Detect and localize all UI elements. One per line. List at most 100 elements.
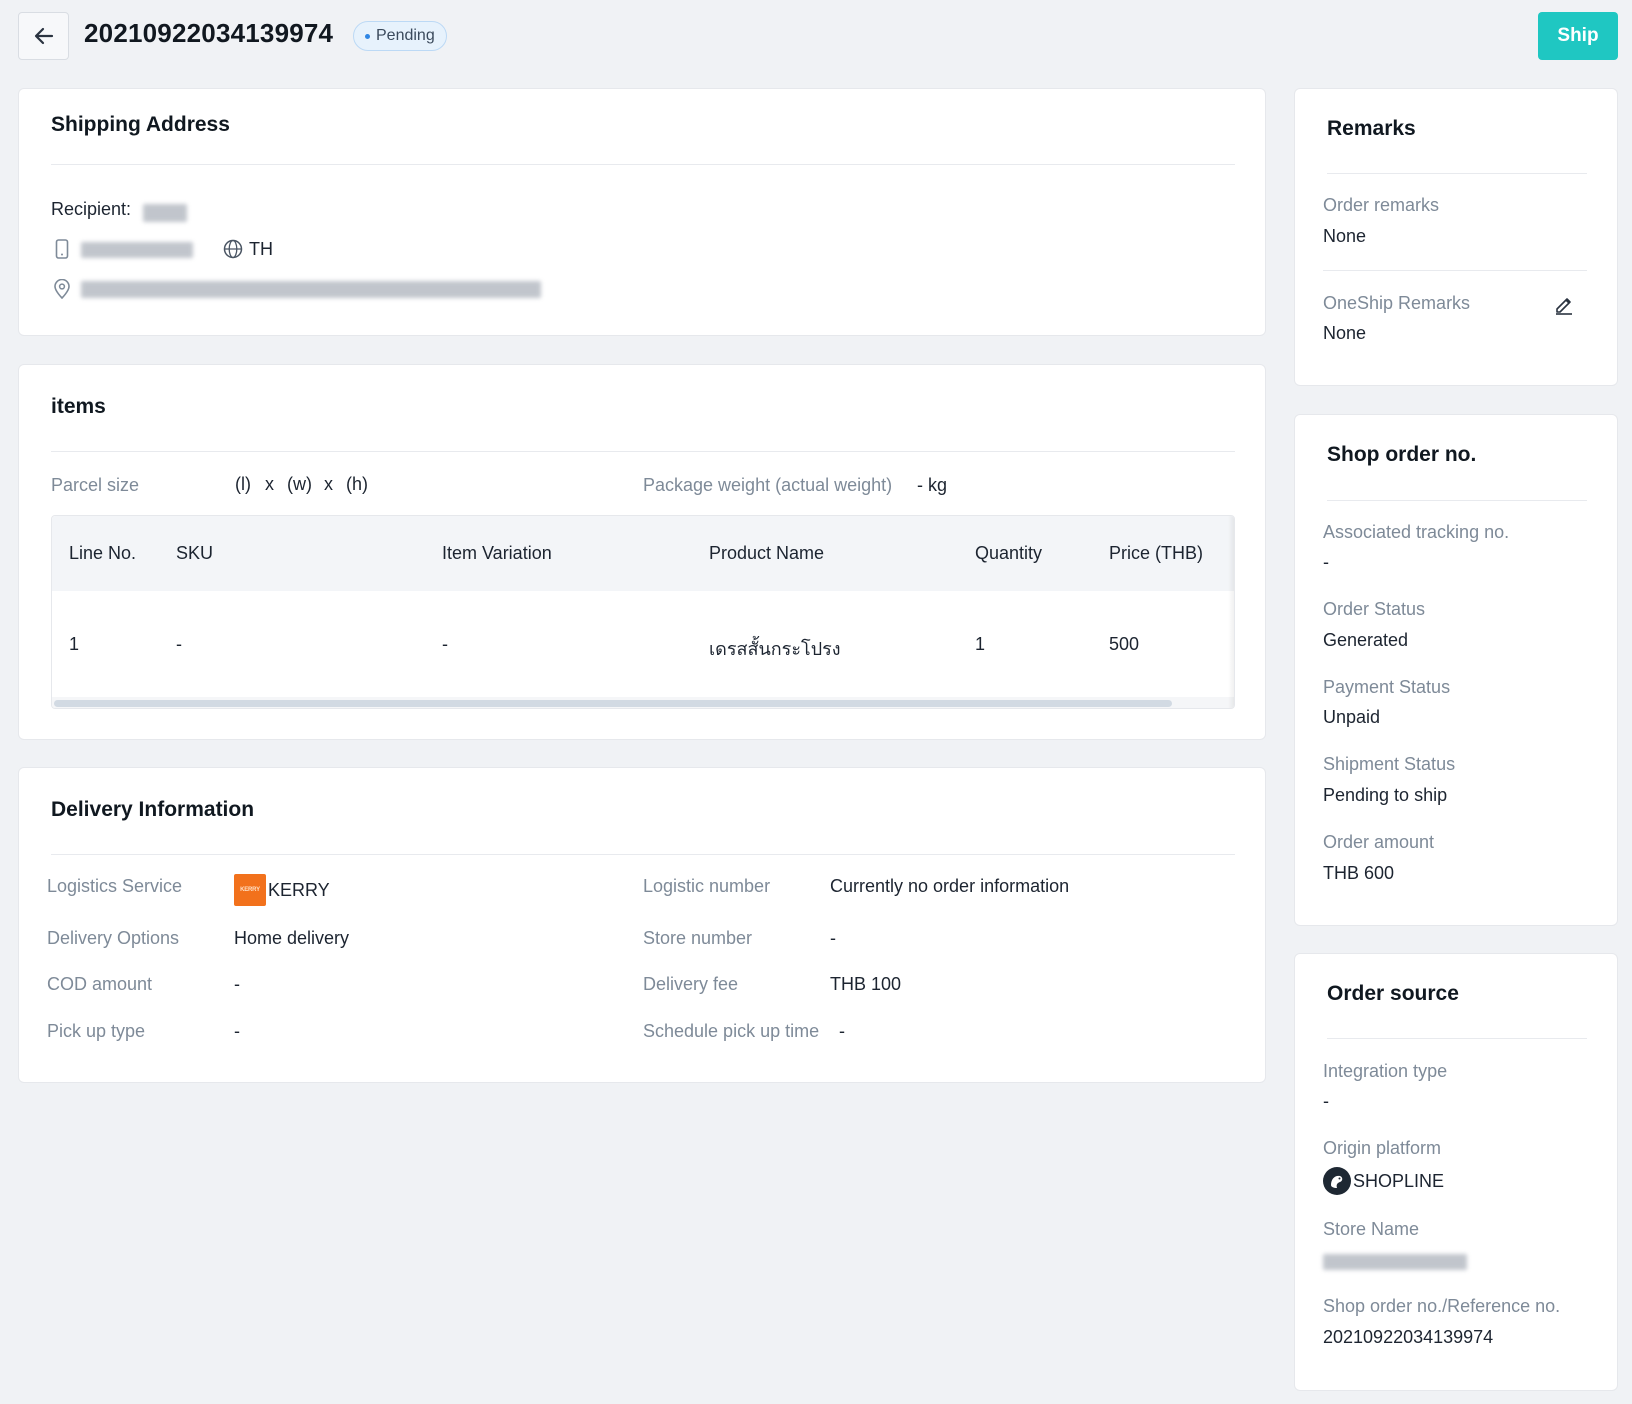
delivery-fee-value: THB 100 [830, 974, 902, 994]
col-sku: SKU [176, 543, 214, 563]
ship-button[interactable]: Ship [1538, 12, 1618, 60]
pencil-icon[interactable] [1553, 293, 1575, 315]
col-price: Price (THB) [1109, 543, 1203, 563]
store-number-value: - [830, 928, 836, 948]
order-remarks-label: Order remarks [1323, 195, 1440, 215]
payment-status-label: Payment Status [1323, 677, 1451, 697]
logistics-service-name: KERRY [268, 879, 330, 900]
items-title: items [51, 395, 106, 418]
back-button[interactable] [18, 12, 69, 60]
logistics-service-label: Logistics Service [47, 876, 183, 896]
items-card: items Parcel size (l) x (w) x (h) Packag… [18, 364, 1266, 740]
location-pin-icon [54, 279, 70, 299]
origin-platform-value: SHOPLINE [1323, 1167, 1444, 1195]
delivery-options-label: Delivery Options [47, 928, 180, 948]
remarks-title: Remarks [1327, 117, 1416, 140]
shipment-status-label: Shipment Status [1323, 754, 1456, 774]
pickup-type-label: Pick up type [47, 1021, 146, 1041]
country-code: TH [249, 239, 273, 259]
pickup-type-value: - [234, 1021, 240, 1041]
order-number-title: 20210922034139974 [84, 18, 334, 48]
recipient-name-redacted [143, 204, 187, 222]
parcel-width: (w) [287, 474, 312, 494]
address-redacted [81, 281, 541, 298]
divider [51, 854, 1235, 855]
oneship-remarks-label: OneShip Remarks [1323, 293, 1471, 313]
phone-icon [55, 239, 69, 259]
schedule-pickup-value: - [839, 1021, 845, 1041]
delivery-info-title: Delivery Information [51, 798, 255, 821]
remarks-card: Remarks Order remarks None OneShip Remar… [1294, 88, 1618, 386]
status-badge: Pending [353, 21, 447, 51]
table-header: Line No. SKU Item Variation Product Name… [52, 516, 1234, 591]
globe-icon [223, 239, 243, 259]
divider [1327, 1038, 1587, 1039]
divider [51, 164, 1235, 165]
store-name-label: Store Name [1323, 1219, 1420, 1239]
table-row: 1 - - เดรสสั้นกระโปรง 1 500 [52, 591, 1234, 697]
col-item-variation: Item Variation [442, 543, 552, 563]
order-status-value: Generated [1323, 630, 1409, 650]
origin-platform-label: Origin platform [1323, 1138, 1442, 1158]
scrollbar-thumb[interactable] [54, 700, 1172, 707]
kerry-logo: KERRY [234, 874, 266, 906]
store-number-label: Store number [643, 928, 753, 948]
order-remarks-value: None [1323, 226, 1367, 246]
order-amount-value: THB 600 [1323, 863, 1395, 883]
divider [1327, 500, 1587, 501]
col-product-name: Product Name [709, 543, 825, 563]
shipping-address-card: Shipping Address Recipient: TH [18, 88, 1266, 336]
col-line-no: Line No. [69, 543, 137, 563]
delivery-info-card: Delivery Information Logistics Service K… [18, 767, 1266, 1083]
recipient-label: Recipient: [51, 199, 132, 219]
order-amount-label: Order amount [1323, 832, 1435, 852]
horizontal-scrollbar[interactable] [52, 697, 1234, 708]
parcel-times-2: x [324, 474, 333, 494]
origin-platform-name: SHOPLINE [1353, 1170, 1445, 1191]
items-table: Line No. SKU Item Variation Product Name… [51, 515, 1235, 709]
parcel-times-1: x [265, 474, 274, 494]
reference-no-label: Shop order no./Reference no. [1323, 1296, 1561, 1316]
schedule-pickup-label: Schedule pick up time [643, 1021, 820, 1041]
col-quantity: Quantity [975, 543, 1043, 563]
parcel-height: (h) [346, 474, 368, 494]
divider [1323, 270, 1587, 271]
divider [51, 451, 1235, 452]
order-source-card: Order source Integration type - Origin p… [1294, 953, 1618, 1391]
phone-number-redacted [81, 242, 193, 258]
logistics-service-value: KERRY KERRY [234, 874, 330, 906]
divider [1327, 173, 1587, 174]
package-weight-value: - kg [917, 475, 948, 495]
status-dot [365, 33, 370, 39]
tracking-value: - [1323, 552, 1329, 572]
tracking-label: Associated tracking no. [1323, 522, 1510, 542]
cell-line-no: 1 [69, 634, 80, 654]
package-weight-label: Package weight (actual weight) [643, 475, 893, 495]
parcel-length: (l) [235, 474, 251, 494]
reference-no-value: 20210922034139974 [1323, 1327, 1494, 1347]
cell-sku: - [176, 634, 182, 654]
logistic-number-value: Currently no order information [830, 876, 1070, 896]
shopline-logo-icon [1323, 1167, 1351, 1195]
oneship-remarks-value: None [1323, 323, 1367, 343]
cell-price: 500 [1109, 634, 1140, 654]
integration-type-value: - [1323, 1091, 1329, 1111]
delivery-fee-label: Delivery fee [643, 974, 739, 994]
order-status-label: Order Status [1323, 599, 1426, 619]
delivery-options-value: Home delivery [234, 928, 350, 948]
payment-status-value: Unpaid [1323, 707, 1381, 727]
store-name-redacted [1323, 1254, 1467, 1270]
arrow-left-icon [34, 27, 53, 45]
cod-amount-value: - [234, 974, 240, 994]
cell-product-name: เดรสสั้นกระโปรง [709, 639, 841, 659]
parcel-size-label: Parcel size [51, 475, 140, 495]
logistic-number-label: Logistic number [643, 876, 771, 896]
shipment-status-value: Pending to ship [1323, 785, 1448, 805]
shop-order-title: Shop order no. [1327, 443, 1477, 466]
shop-order-card: Shop order no. Associated tracking no. -… [1294, 414, 1618, 926]
order-source-title: Order source [1327, 982, 1459, 1005]
status-label: Pending [376, 27, 435, 44]
shipping-address-title: Shipping Address [51, 113, 230, 136]
cell-quantity: 1 [975, 634, 986, 654]
right-scroll-shadow [1228, 516, 1234, 708]
